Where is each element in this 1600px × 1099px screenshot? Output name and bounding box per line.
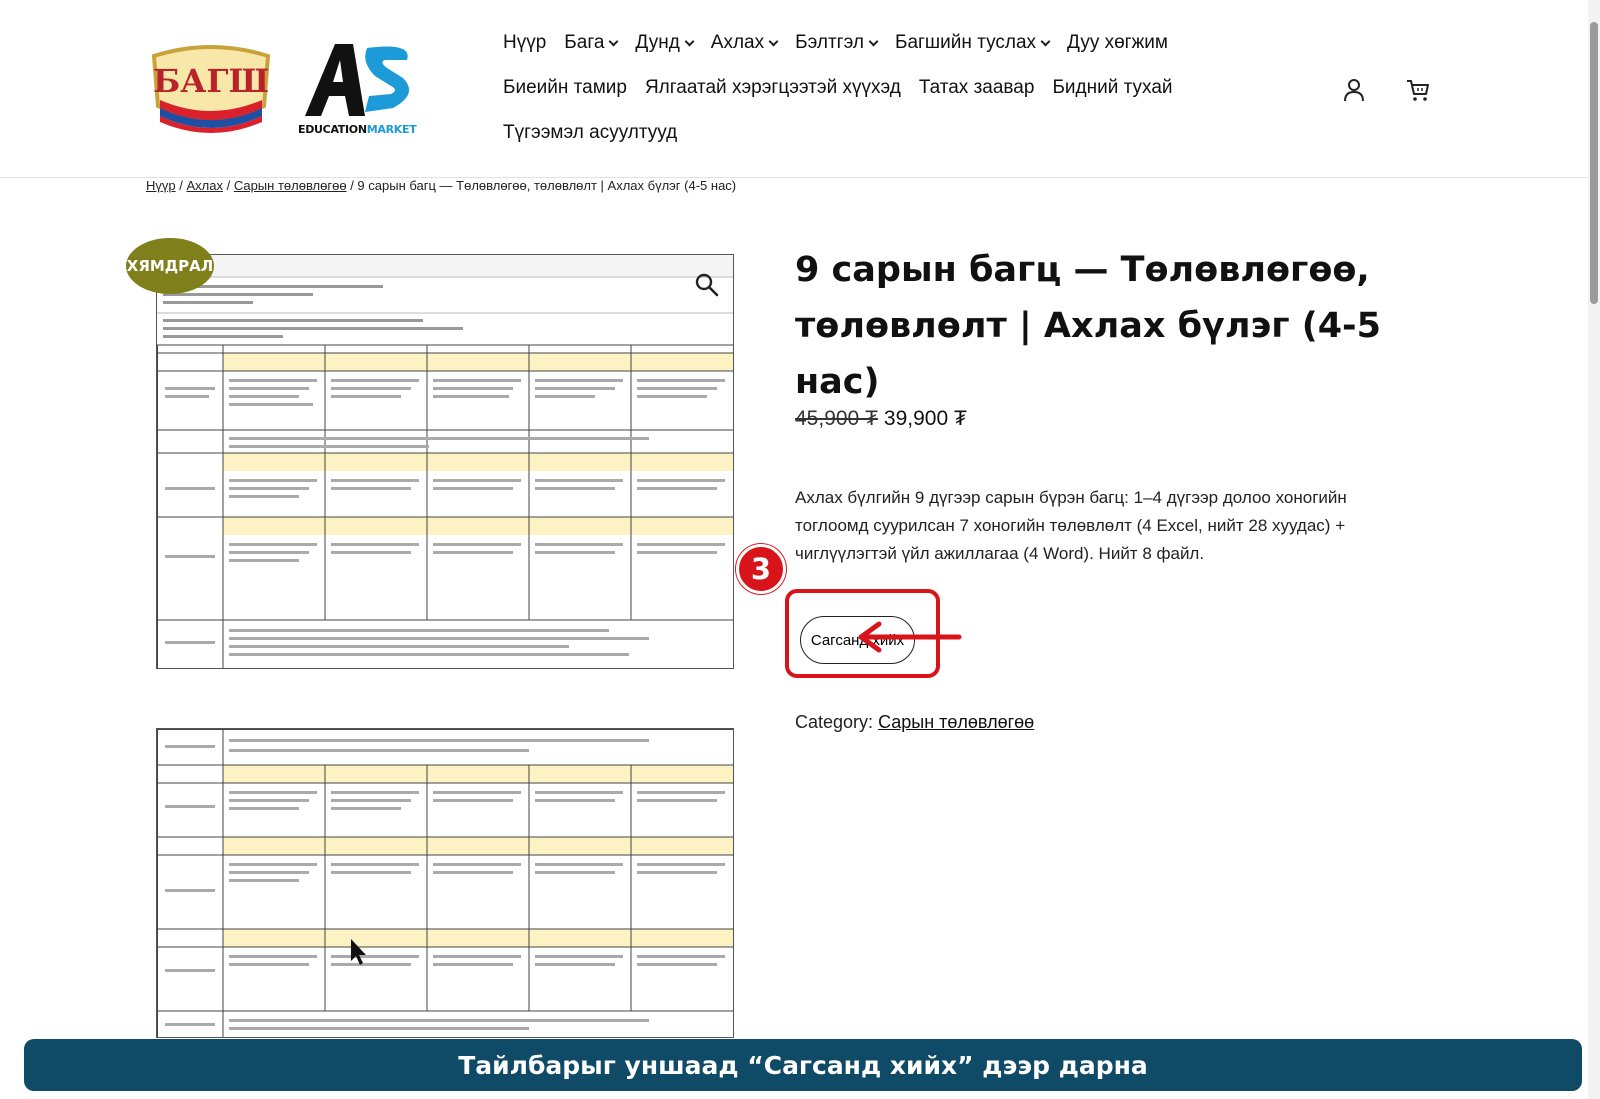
chevron-down-icon	[608, 36, 619, 46]
nav-item-faq[interactable]: Түгээмэл асуултууд	[503, 122, 677, 144]
bagsh-logo-text: БАГШ	[153, 62, 269, 100]
nav-item-label: Дуу хөгжим	[1067, 32, 1168, 53]
product-price: 45,900 ₮ 39,900 ₮	[795, 407, 967, 431]
zoom-icon[interactable]	[694, 272, 720, 298]
account-icon[interactable]	[1340, 76, 1368, 104]
nav-item-label: Багшийн туслах	[894, 32, 1037, 53]
sale-badge: ХЯМДРАЛ	[126, 238, 214, 294]
nav-item-label: Нүүр	[503, 32, 547, 53]
chevron-down-icon	[1040, 36, 1051, 46]
cart-icon[interactable]	[1404, 76, 1432, 104]
scrollbar-thumb[interactable]	[1590, 22, 1598, 304]
instruction-caption: Тайлбарыг уншаад “Сагсанд хийх” дээр дар…	[24, 1039, 1582, 1091]
nav-item-label: Дунд	[635, 32, 680, 53]
nav-item-special-needs[interactable]: Ялгаатай хэрэгцээтэй хүүхэд	[645, 77, 901, 99]
product-description: Ахлах бүлгийн 9 дүгээр сарын бүрэн багц:…	[795, 488, 1347, 563]
bagsh-logo[interactable]: БАГШ	[146, 36, 276, 140]
step-number-badge: 3	[736, 544, 786, 594]
product-image-main[interactable]	[156, 254, 734, 669]
nav-row-1: Нүүр Бага Дунд Ахлах Бэлтгэл Багшийн тус…	[503, 28, 1303, 58]
nav-item-preparatory[interactable]: Бэлтгэл	[795, 32, 879, 54]
nav-item-middle[interactable]: Дунд	[635, 32, 695, 54]
nav-item-physical-education[interactable]: Биеийн тамир	[503, 77, 627, 99]
nav-item-teacher-assistant[interactable]: Багшийн туслах	[894, 32, 1051, 54]
chevron-down-icon	[768, 36, 779, 46]
education-market-wordmark: EDUCATIONMARKET	[298, 123, 417, 136]
nav-item-primary[interactable]: Бага	[564, 32, 619, 54]
category-link[interactable]: Сарын төлөвлөгөө	[878, 712, 1034, 732]
breadcrumb-separator: /	[175, 178, 187, 193]
product-title: 9 сарын багц — Төлөвлөгөө, төлөвлөлт | А…	[795, 250, 1381, 402]
spreadsheet-preview-image	[157, 255, 733, 668]
arrow-left-icon	[858, 621, 962, 653]
nav-item-label: Бэлтгэл	[795, 32, 864, 53]
old-price: 45,900 ₮	[795, 407, 878, 430]
sale-price: 39,900 ₮	[883, 407, 967, 430]
breadcrumb-link-monthly-plan[interactable]: Сарын төлөвлөгөө	[234, 178, 347, 193]
product-category: Category: Сарын төлөвлөгөө	[795, 712, 1034, 733]
nav-item-senior[interactable]: Ахлах	[710, 32, 779, 54]
wordmark-part-market: MARKET	[366, 123, 417, 136]
nav-item-about-us[interactable]: Бидний тухай	[1052, 77, 1172, 99]
category-label: Category:	[795, 712, 874, 732]
nav-item-label: Ахлах	[710, 32, 765, 53]
site-header: БАГШ EDUCATIONMARKET Нүүр Бага Дунд Ахла…	[0, 0, 1600, 178]
chevron-down-icon	[868, 36, 879, 46]
spreadsheet-preview-image	[157, 729, 733, 1037]
nav-item-download-guide[interactable]: Татах заавар	[919, 77, 1035, 99]
breadcrumb-separator: /	[222, 178, 234, 193]
breadcrumb-current: 9 сарын багц — Төлөвлөгөө, төлөвлөлт | А…	[357, 178, 737, 193]
breadcrumb: Нүүр / Ахлах / Сарын төлөвлөгөө / 9 сары…	[146, 178, 736, 193]
chevron-down-icon	[684, 36, 695, 46]
breadcrumb-separator: /	[346, 178, 358, 193]
breadcrumb-link-home[interactable]: Нүүр	[146, 178, 176, 193]
nav-row-3: Түгээмэл асуултууд	[503, 118, 1303, 148]
main-navigation: Нүүр Бага Дунд Ахлах Бэлтгэл Багшийн тус…	[503, 28, 1303, 163]
wordmark-part-education: EDUCATION	[298, 123, 367, 136]
product-image-secondary[interactable]	[156, 728, 734, 1038]
nav-item-music[interactable]: Дуу хөгжим	[1067, 32, 1168, 54]
nav-item-label: Бага	[564, 32, 605, 53]
nav-item-home[interactable]: Нүүр	[503, 32, 546, 54]
nav-row-2: Биеийн тамир Ялгаатай хэрэгцээтэй хүүхэд…	[503, 73, 1303, 103]
breadcrumb-link-senior[interactable]: Ахлах	[186, 178, 223, 193]
